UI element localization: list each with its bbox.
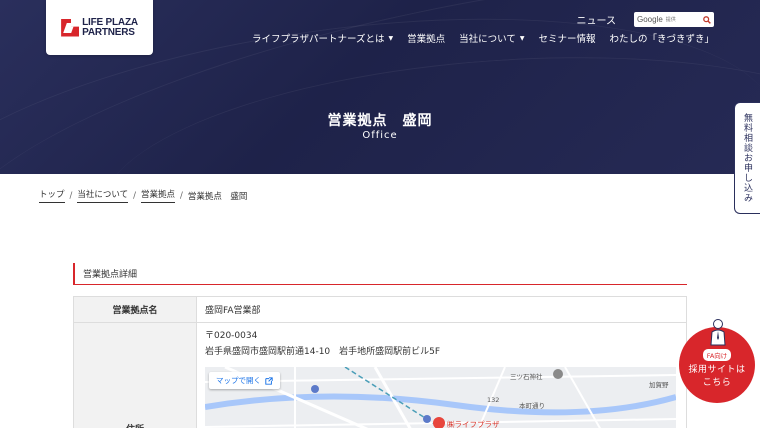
site-logo[interactable]: LIFE PLAZA PARTNERS (46, 0, 153, 55)
address-text: 岩手県盛岡市盛岡駅前通14-10 岩手地所盛岡駅前ビル5F (205, 347, 441, 357)
nav-item-seminar[interactable]: セミナー情報 (538, 31, 595, 45)
breadcrumb-link-top[interactable]: トップ (39, 188, 65, 203)
nav-label: セミナー情報 (538, 34, 596, 45)
map-label: 三ツ石神社 (510, 373, 543, 381)
breadcrumb-link-company[interactable]: 当社について (77, 188, 129, 203)
embedded-map[interactable]: マップで開く 三ツ石神社 加賀野 132 本町通り ㈱ライフプラザ (205, 367, 676, 428)
fa-recruit-line2: こちら (702, 378, 732, 388)
row-header: 営業拠点名 (74, 297, 197, 322)
fa-badge: FA向け (702, 349, 732, 361)
free-consultation-label: 無料相談お申し込み (742, 113, 752, 203)
nav-item-offices[interactable]: 営業拠点 (407, 31, 445, 45)
address-cell: 〒020-0034 岩手県盛岡市盛岡駅前通14-10 岩手地所盛岡駅前ビル5F (197, 323, 686, 428)
table-row: 住所 〒020-0034 岩手県盛岡市盛岡駅前通14-10 岩手地所盛岡駅前ビル… (74, 323, 686, 428)
breadcrumb-separator: / (133, 190, 137, 201)
breadcrumb: トップ / 当社について / 営業拠点 / 営業拠点 盛岡 (39, 188, 247, 203)
fa-recruit-text: 採用サイトは こちら (688, 364, 745, 390)
fa-recruit-button[interactable]: FA向け 採用サイトは こちら (679, 319, 755, 403)
search-button[interactable] (700, 13, 713, 26)
nav-label: ライフプラザパートナーズとは (251, 34, 385, 45)
postal-code: 〒020-0034 (205, 331, 258, 341)
fa-recruit-line1: 採用サイトは (688, 365, 746, 375)
caret-down-icon: ▼ (388, 34, 394, 42)
section-heading: 営業拠点詳細 (73, 263, 687, 285)
breadcrumb-current: 営業拠点 盛岡 (187, 191, 248, 202)
breadcrumb-separator: / (180, 190, 183, 201)
logo-line2: PARTNERS (82, 26, 135, 38)
external-link-icon (265, 376, 273, 385)
page-subtitle: Office (362, 130, 398, 141)
logo-line1: LIFE PLAZA (82, 16, 138, 28)
nav-label: わたしの「きづきずき」 (609, 34, 714, 45)
row-header: 住所 (74, 323, 197, 428)
office-detail-table: 営業拠点名 盛岡FA営業部 住所 〒020-0034 岩手県盛岡市盛岡駅前通14… (73, 296, 687, 428)
caret-down-icon: ▼ (519, 34, 525, 42)
map-pin-label: ㈱ライフプラザ (447, 420, 500, 428)
top-links: ニュース Google 提供 (577, 12, 714, 27)
map-label: 本町通り (519, 402, 545, 410)
map-label: 加賀野 (649, 381, 669, 389)
open-in-maps-label: マップで開く (216, 376, 261, 385)
search-icon (702, 15, 711, 24)
page-title: 営業拠点 盛岡 (327, 113, 433, 129)
main-nav: ライフプラザパートナーズとは ▼ 営業拠点 当社について ▼ セミナー情報 わた… (252, 31, 714, 45)
map-label: 132 (487, 396, 500, 404)
office-name-value: 盛岡FA営業部 (205, 306, 261, 316)
search-input[interactable]: Google 提供 (634, 12, 714, 27)
person-icon (710, 319, 726, 346)
search-google-label: Google (637, 15, 663, 24)
logo-text: LIFE PLAZA PARTNERS (82, 16, 138, 38)
search-provided-label: 提供 (665, 17, 676, 23)
page-hero: LIFE PLAZA PARTNERS ニュース Google 提供 ライフプラ… (0, 0, 760, 174)
section-heading-text: 営業拠点詳細 (83, 270, 138, 280)
free-consultation-tab[interactable]: 無料相談お申し込み (734, 102, 760, 214)
nav-label: 営業拠点 (407, 34, 446, 45)
table-row: 営業拠点名 盛岡FA営業部 (74, 297, 686, 323)
open-in-maps-button[interactable]: マップで開く (209, 372, 280, 389)
breadcrumb-link-offices[interactable]: 営業拠点 (141, 188, 176, 203)
news-link[interactable]: ニュース (577, 12, 617, 27)
logo-mark-icon (61, 18, 80, 37)
nav-item-kizuki[interactable]: わたしの「きづきずき」 (609, 31, 714, 45)
nav-item-about[interactable]: ライフプラザパートナーズとは ▼ (252, 31, 393, 45)
nav-item-company[interactable]: 当社について ▼ (459, 31, 524, 45)
nav-label: 当社について (459, 34, 516, 45)
breadcrumb-separator: / (69, 190, 73, 201)
